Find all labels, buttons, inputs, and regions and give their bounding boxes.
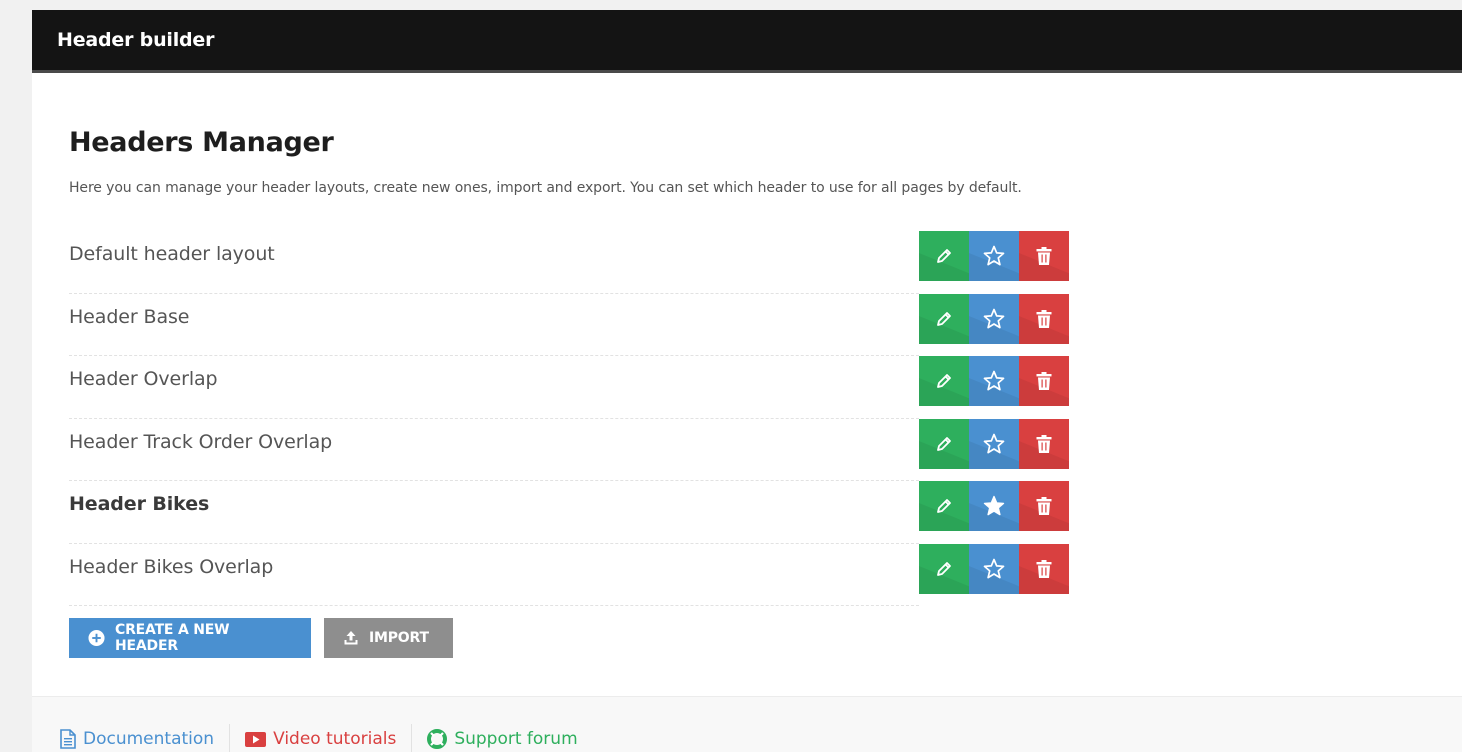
- star-icon: [983, 245, 1005, 266]
- delete-header-button[interactable]: [1019, 356, 1069, 406]
- create-header-button[interactable]: CREATE A NEW HEADER: [69, 618, 311, 658]
- pencil-icon: [937, 249, 951, 263]
- header-row: Header Overlap: [69, 356, 1069, 419]
- pencil-icon: [937, 436, 951, 451]
- set-default-button[interactable]: [969, 418, 1019, 469]
- header-actions: [919, 231, 1069, 281]
- trash-icon: [1036, 434, 1052, 453]
- set-default-button[interactable]: [969, 481, 1019, 531]
- footer: Documentation Video tutorials Support fo…: [32, 696, 1462, 752]
- header-row: Default header layout: [69, 231, 1069, 294]
- topbar-title: Header builder: [57, 29, 215, 51]
- trash-icon: [1036, 372, 1052, 390]
- main-content: Headers Manager Here you can manage your…: [69, 73, 1069, 658]
- footer-links: Documentation Video tutorials Support fo…: [60, 724, 593, 752]
- row-divider: [69, 605, 919, 606]
- header-row: Header Bikes: [69, 481, 1069, 544]
- header-actions: [919, 543, 1069, 594]
- video-tutorials-label: Video tutorials: [273, 729, 397, 749]
- support-forum-link[interactable]: Support forum: [412, 724, 592, 752]
- delete-header-button[interactable]: [1019, 481, 1069, 531]
- edit-header-button[interactable]: [919, 481, 969, 531]
- import-label: IMPORT: [369, 630, 429, 646]
- header-row: Header Base: [69, 293, 1069, 356]
- trash-icon: [1036, 309, 1052, 328]
- pencil-icon: [937, 311, 951, 326]
- delete-header-button[interactable]: [1019, 543, 1069, 594]
- video-play-icon: [245, 731, 267, 747]
- star-icon: [983, 308, 1005, 328]
- support-forum-label: Support forum: [454, 729, 578, 749]
- pencil-icon: [937, 561, 951, 576]
- delete-header-button[interactable]: [1019, 293, 1069, 344]
- trash-icon: [1036, 497, 1052, 515]
- import-button[interactable]: IMPORT: [324, 618, 453, 658]
- header-row: Header Track Order Overlap: [69, 418, 1069, 481]
- plus-circle-icon: [88, 629, 105, 647]
- set-default-button[interactable]: [969, 356, 1019, 406]
- lifebuoy-icon: [427, 729, 448, 749]
- pencil-icon: [937, 374, 951, 388]
- delete-header-button[interactable]: [1019, 231, 1069, 281]
- edit-header-button[interactable]: [919, 293, 969, 344]
- trash-icon: [1036, 559, 1052, 578]
- topbar: Header builder: [32, 10, 1462, 73]
- video-tutorials-link[interactable]: Video tutorials: [230, 724, 413, 752]
- header-name[interactable]: Header Base: [69, 306, 189, 328]
- edit-header-button[interactable]: [919, 356, 969, 406]
- edit-header-button[interactable]: [919, 418, 969, 469]
- document-icon: [60, 729, 76, 749]
- header-builder-panel: Header builder Headers Manager Here you …: [32, 10, 1462, 752]
- star-icon: [983, 433, 1005, 453]
- star-icon: [983, 558, 1005, 578]
- delete-header-button[interactable]: [1019, 418, 1069, 469]
- header-name[interactable]: Header Bikes: [69, 493, 209, 515]
- page-description: Here you can manage your header layouts,…: [69, 180, 1022, 196]
- edit-header-button[interactable]: [919, 543, 969, 594]
- documentation-link[interactable]: Documentation: [60, 724, 231, 752]
- pencil-icon: [937, 499, 951, 513]
- set-default-button[interactable]: [969, 543, 1019, 594]
- header-name[interactable]: Header Overlap: [69, 368, 218, 390]
- header-name[interactable]: Header Track Order Overlap: [69, 431, 332, 453]
- header-name[interactable]: Header Bikes Overlap: [69, 556, 273, 578]
- set-default-button[interactable]: [969, 293, 1019, 344]
- set-default-button[interactable]: [969, 231, 1019, 281]
- star-icon: [983, 370, 1005, 391]
- upload-icon: [344, 631, 358, 645]
- header-actions: [919, 481, 1069, 531]
- star-icon: [983, 495, 1005, 516]
- edit-header-button[interactable]: [919, 231, 969, 281]
- header-list: Default header layout Header Base Header O…: [69, 231, 1069, 606]
- create-header-label: CREATE A NEW HEADER: [115, 622, 230, 654]
- header-row: Header Bikes Overlap: [69, 543, 1069, 606]
- header-actions: [919, 418, 1069, 469]
- documentation-label: Documentation: [83, 729, 215, 749]
- header-actions: [919, 356, 1069, 406]
- trash-icon: [1036, 247, 1052, 265]
- page-title: Headers Manager: [69, 127, 334, 158]
- button-bar: CREATE A NEW HEADER IMPORT: [69, 618, 453, 658]
- header-name[interactable]: Default header layout: [69, 243, 275, 265]
- header-actions: [919, 293, 1069, 344]
